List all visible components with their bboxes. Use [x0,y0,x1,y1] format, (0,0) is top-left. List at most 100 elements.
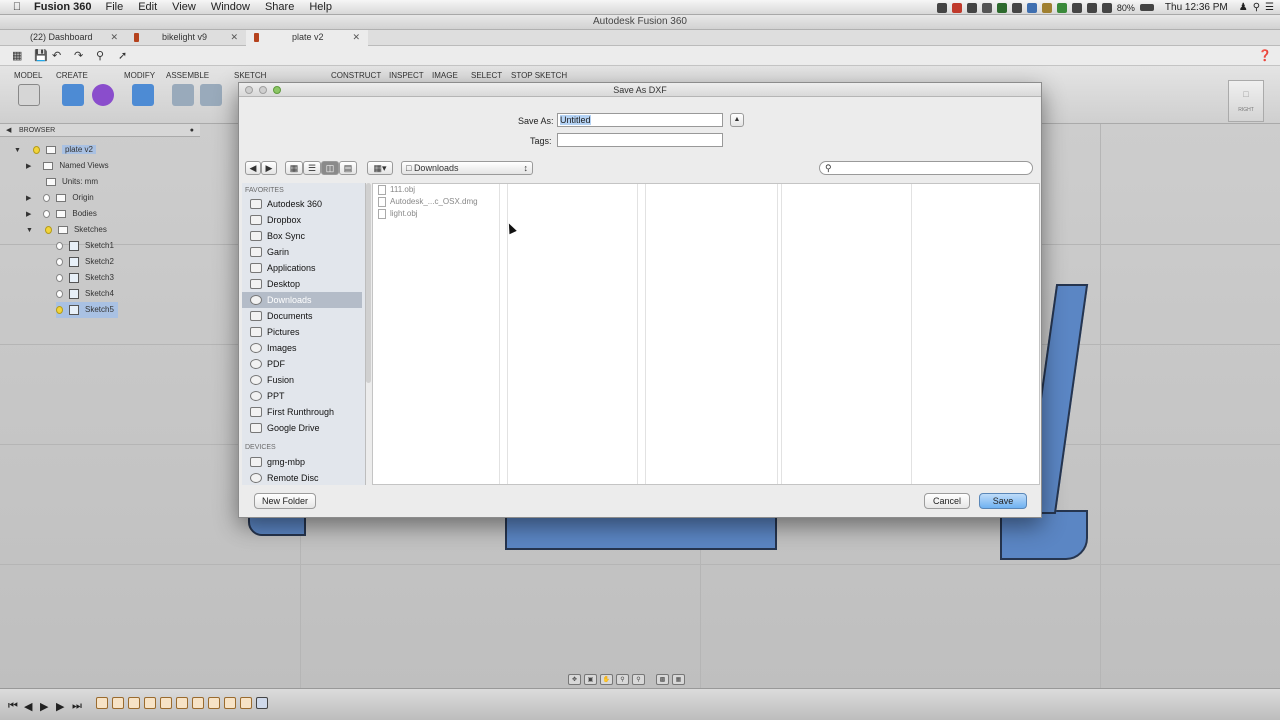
sidebar-item-autodesk-360[interactable]: Autodesk 360 [242,196,362,212]
press-pull-icon[interactable] [132,84,154,106]
zoom-window-icon[interactable] [273,86,281,94]
timeline-feature[interactable] [176,697,188,709]
battery-icon[interactable] [1139,4,1154,11]
play-icon[interactable]: ▶ [40,700,48,713]
lightbulb-icon[interactable] [43,209,51,218]
wifi-icon[interactable] [1101,2,1112,13]
ribbon-sketch[interactable]: SKETCH [234,71,266,80]
menubar-clock[interactable]: Thu 12:36 PM [1165,2,1228,13]
lightbulb-icon[interactable] [43,193,51,202]
browser-item-sketch[interactable]: Sketch4 [56,286,114,302]
menu-app-name[interactable]: Fusion 360 [34,1,91,13]
look-at-icon[interactable]: ▣ [584,674,597,685]
expand-dialog-button[interactable]: ▲ [730,113,744,127]
lightbulb-icon[interactable] [56,241,63,250]
sidebar-item-box-sync[interactable]: Box Sync [242,228,362,244]
step-forward-icon[interactable]: ▶ [56,700,64,713]
browser-item-units[interactable]: Units: mm [46,174,98,190]
expand-icon[interactable]: ▶ [26,163,31,170]
expand-icon[interactable]: ▶ [26,211,31,218]
minimize-window-icon[interactable] [259,86,267,94]
timeline-feature[interactable] [144,697,156,709]
sidebar-item-pdf[interactable]: PDF [242,356,362,372]
data-panel-icon[interactable]: ▦ [12,50,22,62]
browser-item-sketch[interactable]: Sketch2 [56,254,114,270]
save-button[interactable]: Save [979,493,1027,509]
browser-item-sketch-selected[interactable]: Sketch5 [56,302,118,318]
save-icon[interactable]: 💾 [34,50,48,62]
browser-item-origin[interactable]: ▶ Origin [26,190,94,206]
back-button[interactable]: ◀ [245,161,261,175]
timeline-feature[interactable] [96,697,108,709]
model-workspace-icon[interactable] [18,84,40,106]
close-icon[interactable]: ✕ [352,30,360,45]
home-icon[interactable] [1229,81,1263,89]
step-back-icon[interactable]: ◀ [24,700,32,713]
dropbox-icon[interactable] [1011,2,1022,13]
sidebar-item-documents[interactable]: Documents [242,308,362,324]
tab-dashboard[interactable]: (22) Dashboard ✕ [0,30,126,46]
menu-edit[interactable]: Edit [138,1,157,13]
save-as-field[interactable]: Untitled [557,113,723,127]
undo-icon[interactable]: ↶ [52,50,61,62]
ribbon-workspace-model[interactable]: MODEL [14,71,42,80]
sidebar-item-ppt[interactable]: PPT [242,388,362,404]
share-icon[interactable]: ⚲ [96,50,104,62]
browser-item-sketches[interactable]: ▼ Sketches [26,222,107,238]
timeline-feature[interactable] [224,697,236,709]
ribbon-create[interactable]: CREATE [56,71,88,80]
timeline-feature[interactable] [160,697,172,709]
timeline-feature[interactable] [240,697,252,709]
sidebar-item-downloads[interactable]: Downloads [242,292,362,308]
status-app-icon[interactable] [936,2,947,13]
timeline-feature-current[interactable] [256,697,268,709]
export-icon[interactable]: ➚ [118,50,127,62]
search-field[interactable]: ⚲ [819,161,1033,175]
timeline-feature[interactable] [208,697,220,709]
go-to-start-icon[interactable]: ⏮ [8,700,18,713]
location-popup[interactable]: □ Downloads ↕ [401,161,533,175]
new-folder-button[interactable]: New Folder [254,493,316,509]
column-divider[interactable] [637,184,638,484]
as-built-joint-icon[interactable] [200,84,222,106]
menu-window[interactable]: Window [211,1,250,13]
go-to-end-icon[interactable]: ⏭ [72,700,82,713]
sidebar-item-pictures[interactable]: Pictures [242,324,362,340]
collapse-icon[interactable]: ◀ [6,124,11,137]
menu-share[interactable]: Share [265,1,294,13]
lightbulb-icon[interactable] [32,145,40,154]
timeline-feature[interactable] [112,697,124,709]
file-browser-columns[interactable]: 111.obj Autodesk_...c_OSX.dmg light.obj [372,183,1040,485]
lightbulb-icon[interactable] [56,305,63,314]
column-view-button[interactable]: ◫ [321,161,339,175]
pan-icon[interactable]: ✋ [600,674,613,685]
file-item[interactable]: light.obj [378,209,418,219]
list-view-button[interactable]: ☰ [303,161,321,175]
timeline-feature[interactable] [128,697,140,709]
browser-root[interactable]: ▼ plate v2 [14,142,96,158]
viewcube[interactable]: □ RIGHT [1228,80,1264,122]
sidebar-item-gmg-mbp[interactable]: gmg-mbp [242,454,362,470]
joint-icon[interactable] [172,84,194,106]
notification-icon[interactable]: ☰ [1265,2,1274,13]
spotlight-icon[interactable]: ⚲ [1253,2,1260,13]
column-divider[interactable] [777,184,778,484]
file-item[interactable]: Autodesk_...c_OSX.dmg [378,197,478,207]
browser-item-sketch[interactable]: Sketch3 [56,270,114,286]
zoom-icon[interactable]: ⚲ [616,674,629,685]
tab-plate[interactable]: plate v2 ✕ [246,30,368,46]
status-app-icon[interactable] [951,2,962,13]
browser-item-bodies[interactable]: ▶ Bodies [26,206,97,222]
status-app-icon[interactable] [1026,2,1037,13]
ribbon-inspect[interactable]: INSPECT [389,71,424,80]
sidebar-item-first-runthrough[interactable]: First Runthrough [242,404,362,420]
ribbon-construct[interactable]: CONSTRUCT [331,71,381,80]
lightbulb-icon[interactable] [56,289,63,298]
status-app-icon[interactable] [1056,2,1067,13]
status-app-icon[interactable] [966,2,977,13]
arrange-button[interactable]: ▦▾ [367,161,393,175]
battery-percent[interactable]: 80% [1117,3,1135,13]
sculpt-icon[interactable] [92,84,114,106]
sidebar-item-dropbox[interactable]: Dropbox [242,212,362,228]
status-app-icon[interactable] [996,2,1007,13]
